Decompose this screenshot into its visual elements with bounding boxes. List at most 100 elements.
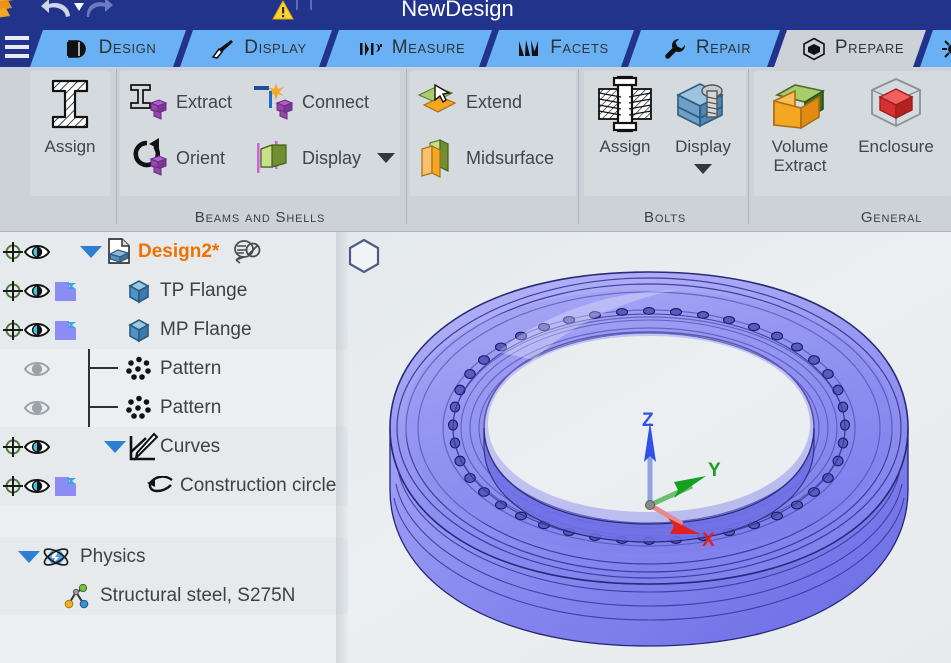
axis-label-z: Z bbox=[642, 410, 654, 431]
physics-atom-icon bbox=[43, 548, 69, 566]
tree-row-physics[interactable]: Physics bbox=[0, 537, 348, 576]
assign-bolt-button[interactable]: Assign bbox=[588, 75, 662, 156]
tree-expand-caret-curves[interactable] bbox=[104, 441, 126, 453]
measure-icon bbox=[359, 37, 383, 61]
warning-triangle-icon[interactable] bbox=[272, 0, 294, 21]
curves-icon bbox=[129, 432, 158, 462]
tab-label: Display bbox=[244, 36, 307, 58]
hamburger-menu-icon[interactable] bbox=[0, 30, 34, 64]
extract-beam-button[interactable]: Extract bbox=[126, 81, 232, 123]
tree-row-curves[interactable]: Curves bbox=[0, 427, 348, 466]
ribbon-group-title: Bolts bbox=[644, 209, 686, 226]
visibility-eye-icon[interactable] bbox=[24, 242, 50, 262]
color-swatch-icon[interactable] bbox=[54, 475, 77, 497]
button-label: Extend bbox=[466, 91, 523, 112]
target-icon[interactable] bbox=[2, 280, 24, 302]
tree-item-label: Pattern bbox=[160, 357, 222, 379]
i-beam-icon bbox=[51, 79, 89, 129]
tree-row-construction-circle[interactable]: Construction circle bbox=[0, 466, 348, 505]
button-label: Volume Extract bbox=[771, 137, 829, 175]
beam-extract-icon bbox=[130, 84, 168, 120]
wrench-icon bbox=[663, 37, 687, 61]
visibility-eye-icon[interactable] bbox=[24, 398, 50, 418]
display-bolt-caret-icon[interactable] bbox=[694, 164, 712, 174]
assign-beam-button[interactable]: Assign bbox=[30, 75, 110, 156]
tree-physics-label: Physics bbox=[80, 545, 146, 567]
connect-beam-button[interactable]: Connect bbox=[252, 81, 369, 123]
tree-root-label: Design2* bbox=[138, 240, 220, 262]
enclosure-button[interactable]: Enclosure bbox=[846, 75, 946, 156]
midsurface-button[interactable]: Midsurface bbox=[416, 137, 554, 179]
tree-row-tp-flange[interactable]: TP Flange bbox=[0, 271, 348, 310]
display-beam-button[interactable]: Display bbox=[252, 137, 396, 179]
tree-item-label: MP Flange bbox=[160, 318, 252, 340]
tree-row-mp-flange[interactable]: MP Flange bbox=[0, 310, 348, 349]
display-beam-caret-icon[interactable] bbox=[377, 153, 396, 163]
button-label: Assign bbox=[599, 137, 651, 156]
tree-row-pattern-2[interactable]: Pattern bbox=[0, 388, 348, 427]
model-tree-panel: Design2* TP Flange MP Flange Pattern Pat… bbox=[0, 232, 348, 663]
display-bolt-button[interactable]: Display bbox=[664, 75, 742, 174]
button-label: Extract bbox=[176, 91, 233, 112]
enclosure-icon bbox=[871, 78, 921, 128]
design-document-icon bbox=[108, 238, 130, 264]
tab-facets[interactable]: Facets bbox=[486, 30, 634, 67]
title-bar: NewDesign bbox=[0, 0, 951, 26]
volume-extract-button[interactable]: Volume Extract bbox=[758, 75, 842, 175]
restore-window-icon[interactable] bbox=[296, 0, 312, 11]
color-swatch-icon[interactable] bbox=[54, 319, 77, 341]
ribbon-group-title: General bbox=[860, 209, 923, 226]
target-icon[interactable] bbox=[2, 319, 24, 341]
target-icon[interactable] bbox=[2, 436, 24, 458]
tab-design[interactable]: Design bbox=[30, 30, 186, 67]
ribbon-group-beams-and-shells: Assign Extract Connect Orient Display Ex… bbox=[0, 67, 578, 232]
target-icon[interactable] bbox=[2, 241, 24, 263]
bolt-assign-icon bbox=[598, 75, 652, 133]
3d-viewport[interactable]: Z Y X bbox=[348, 232, 951, 663]
tree-item-label: Construction circle bbox=[180, 474, 337, 496]
midsurface-icon bbox=[421, 139, 449, 178]
tree-row-pattern-1[interactable]: Pattern bbox=[0, 349, 348, 388]
construction-curve-icon bbox=[147, 476, 173, 493]
button-label: Display bbox=[302, 147, 362, 168]
orient-beam-button[interactable]: Orient bbox=[126, 137, 225, 179]
ribbon-group-general: Volume Extract Enclosure General bbox=[752, 67, 951, 232]
tree-expand-caret-physics[interactable] bbox=[18, 551, 40, 563]
button-label: Connect bbox=[302, 91, 370, 112]
tab-display[interactable]: Display bbox=[180, 30, 332, 67]
tab-label: Measure bbox=[391, 36, 466, 58]
tree-expand-caret-root[interactable] bbox=[80, 246, 102, 258]
extend-button[interactable]: Extend bbox=[416, 81, 522, 123]
coordinate-triad: Z Y X bbox=[642, 410, 721, 551]
tab-prepare[interactable]: Prepare bbox=[774, 30, 926, 67]
button-label: Display bbox=[675, 137, 731, 156]
tree-material-label: Structural steel, S275N bbox=[100, 584, 296, 606]
beam-display-icon bbox=[257, 141, 287, 173]
visibility-eye-icon[interactable] bbox=[24, 281, 50, 301]
visibility-eye-icon[interactable] bbox=[24, 437, 50, 457]
target-icon[interactable] bbox=[2, 475, 24, 497]
bolt-display-icon bbox=[676, 83, 724, 128]
material-icon bbox=[64, 583, 89, 609]
tab-label: Design bbox=[98, 36, 157, 58]
cube-icon bbox=[802, 37, 826, 61]
tree-row-material[interactable]: Structural steel, S275N bbox=[0, 576, 348, 615]
tab-measure[interactable]: Measure bbox=[326, 30, 492, 67]
visibility-eye-icon[interactable] bbox=[24, 476, 50, 496]
brush-icon bbox=[211, 37, 235, 61]
color-swatch-icon[interactable] bbox=[54, 280, 77, 302]
beam-connect-icon bbox=[254, 83, 294, 120]
button-label: Enclosure bbox=[858, 137, 934, 156]
ribbon-group-title: Beams and Shells bbox=[194, 209, 326, 226]
pattern-icon bbox=[126, 356, 151, 380]
axis-label-y: Y bbox=[708, 460, 721, 481]
tab-next-partial[interactable] bbox=[920, 30, 951, 67]
tree-row-root[interactable]: Design2* bbox=[0, 232, 348, 271]
solid-body-icon bbox=[128, 280, 150, 304]
visibility-eye-icon[interactable] bbox=[24, 320, 50, 340]
suppress-badge-icon[interactable] bbox=[232, 238, 262, 268]
beam-orient-icon bbox=[133, 138, 168, 176]
ribbon-toolbar: Assign Extract Connect Orient Display Ex… bbox=[0, 67, 951, 232]
tab-repair[interactable]: Repair bbox=[628, 30, 780, 67]
visibility-eye-icon[interactable] bbox=[24, 359, 50, 379]
